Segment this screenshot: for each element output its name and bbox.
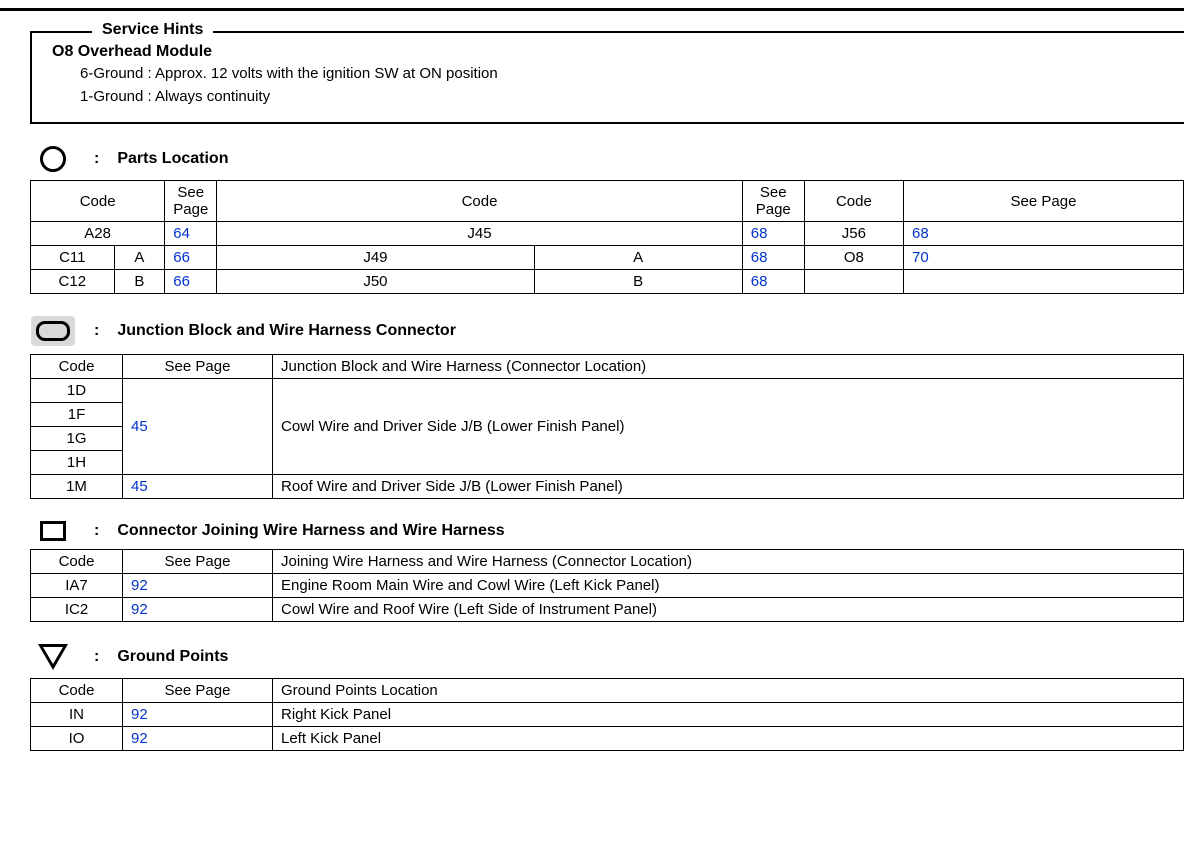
col-code: Code	[31, 181, 165, 222]
top-rule	[0, 8, 1184, 11]
table-row: IN 92 Right Kick Panel	[31, 703, 1184, 727]
col-see: See Page	[123, 679, 273, 703]
colon: :	[94, 322, 99, 340]
cell-page-link[interactable]: 68	[742, 270, 804, 294]
table-header-row: Code See Page Junction Block and Wire Ha…	[31, 355, 1184, 379]
rounded-rect-icon	[30, 316, 76, 346]
cell-page-link[interactable]: 70	[904, 246, 1184, 270]
hint-line: 1-Ground : Always continuity	[80, 86, 1164, 109]
cell-page-link[interactable]: 68	[742, 246, 804, 270]
cell-page-link[interactable]: 64	[165, 222, 217, 246]
table-row: 1D 45 Cowl Wire and Driver Side J/B (Low…	[31, 379, 1184, 403]
col-desc: Junction Block and Wire Harness (Connect…	[273, 355, 1184, 379]
cell-page-link[interactable]: 92	[123, 703, 273, 727]
section-title: Junction Block and Wire Harness Connecto…	[117, 322, 456, 340]
col-see: See Page	[123, 550, 273, 574]
cell-code: IO	[31, 727, 123, 751]
connector-joining-section: : Connector Joining Wire Harness and Wir…	[30, 521, 1184, 622]
col-code: Code	[31, 550, 123, 574]
colon: :	[94, 522, 99, 540]
table-row: IA7 92 Engine Room Main Wire and Cowl Wi…	[31, 574, 1184, 598]
cell-desc: Cowl Wire and Driver Side J/B (Lower Fin…	[273, 379, 1184, 475]
cell-desc: Roof Wire and Driver Side J/B (Lower Fin…	[273, 475, 1184, 499]
cell-code: IC2	[31, 598, 123, 622]
connector-joining-table: Code See Page Joining Wire Harness and W…	[30, 549, 1184, 622]
cell-code: 1H	[31, 451, 123, 475]
cell-page-link[interactable]: 66	[165, 270, 217, 294]
cell-code: O8	[804, 246, 903, 270]
table-header-row: Code See Page Code See Page Code See Pag…	[31, 181, 1184, 222]
section-title: Ground Points	[117, 648, 228, 666]
col-see: See Page	[123, 355, 273, 379]
table-header-row: Code See Page Ground Points Location	[31, 679, 1184, 703]
table-row: IO 92 Left Kick Panel	[31, 727, 1184, 751]
table-row: 1M 45 Roof Wire and Driver Side J/B (Low…	[31, 475, 1184, 499]
colon: :	[94, 150, 99, 168]
cell-page-link[interactable]: 68	[742, 222, 804, 246]
col-desc: Ground Points Location	[273, 679, 1184, 703]
cell-code: J56	[804, 222, 903, 246]
cell-code: IN	[31, 703, 123, 727]
table-row: IC2 92 Cowl Wire and Roof Wire (Left Sid…	[31, 598, 1184, 622]
cell-sub: B	[534, 270, 742, 294]
cell-page-link[interactable]: 92	[123, 598, 273, 622]
cell-desc: Left Kick Panel	[273, 727, 1184, 751]
circle-icon	[30, 146, 76, 172]
cell-page-link	[904, 270, 1184, 294]
cell-code: J50	[217, 270, 534, 294]
table-row: A28 64 J45 68 J56 68	[31, 222, 1184, 246]
cell-page-link[interactable]: 68	[904, 222, 1184, 246]
section-title: Connector Joining Wire Harness and Wire …	[117, 522, 504, 540]
ground-points-table: Code See Page Ground Points Location IN …	[30, 678, 1184, 751]
cell-code	[804, 270, 903, 294]
cell-desc: Engine Room Main Wire and Cowl Wire (Lef…	[273, 574, 1184, 598]
service-hints-box: Service Hints O8 Overhead Module 6-Groun…	[30, 31, 1184, 124]
parts-location-section: : Parts Location Code See Page Code See …	[30, 146, 1184, 294]
cell-page-link[interactable]: 45	[123, 379, 273, 475]
service-hints-legend: Service Hints	[92, 21, 213, 39]
cell-page-link[interactable]: 92	[123, 574, 273, 598]
table-row: C12 B 66 J50 B 68	[31, 270, 1184, 294]
cell-code: J49	[217, 246, 534, 270]
cell-page-link[interactable]: 45	[123, 475, 273, 499]
cell-code: A28	[31, 222, 165, 246]
cell-code: 1D	[31, 379, 123, 403]
cell-code: J45	[217, 222, 742, 246]
col-see: See Page	[165, 181, 217, 222]
col-code: Code	[31, 679, 123, 703]
col-code: Code	[217, 181, 742, 222]
triangle-down-icon	[30, 644, 76, 670]
cell-code: 1M	[31, 475, 123, 499]
table-row: C11 A 66 J49 A 68 O8 70	[31, 246, 1184, 270]
col-code: Code	[804, 181, 903, 222]
cell-code: C12	[31, 270, 115, 294]
col-desc: Joining Wire Harness and Wire Harness (C…	[273, 550, 1184, 574]
cell-sub: A	[114, 246, 165, 270]
cell-code: IA7	[31, 574, 123, 598]
cell-code: 1G	[31, 427, 123, 451]
hint-line: 6-Ground : Approx. 12 volts with the ign…	[80, 63, 1164, 86]
cell-desc: Right Kick Panel	[273, 703, 1184, 727]
col-code: Code	[31, 355, 123, 379]
cell-desc: Cowl Wire and Roof Wire (Left Side of In…	[273, 598, 1184, 622]
cell-sub: A	[534, 246, 742, 270]
service-hints-title: O8 Overhead Module	[52, 43, 1164, 61]
table-header-row: Code See Page Joining Wire Harness and W…	[31, 550, 1184, 574]
junction-block-table: Code See Page Junction Block and Wire Ha…	[30, 354, 1184, 499]
cell-code: 1F	[31, 403, 123, 427]
cell-page-link[interactable]: 92	[123, 727, 273, 751]
col-see: See Page	[904, 181, 1184, 222]
col-see: See Page	[742, 181, 804, 222]
cell-page-link[interactable]: 66	[165, 246, 217, 270]
colon: :	[94, 648, 99, 666]
junction-block-section: : Junction Block and Wire Harness Connec…	[30, 316, 1184, 499]
section-title: Parts Location	[117, 150, 228, 168]
square-icon	[30, 521, 76, 541]
cell-sub: B	[114, 270, 165, 294]
parts-location-table: Code See Page Code See Page Code See Pag…	[30, 180, 1184, 294]
ground-points-section: : Ground Points Code See Page Ground Poi…	[30, 644, 1184, 751]
cell-code: C11	[31, 246, 115, 270]
